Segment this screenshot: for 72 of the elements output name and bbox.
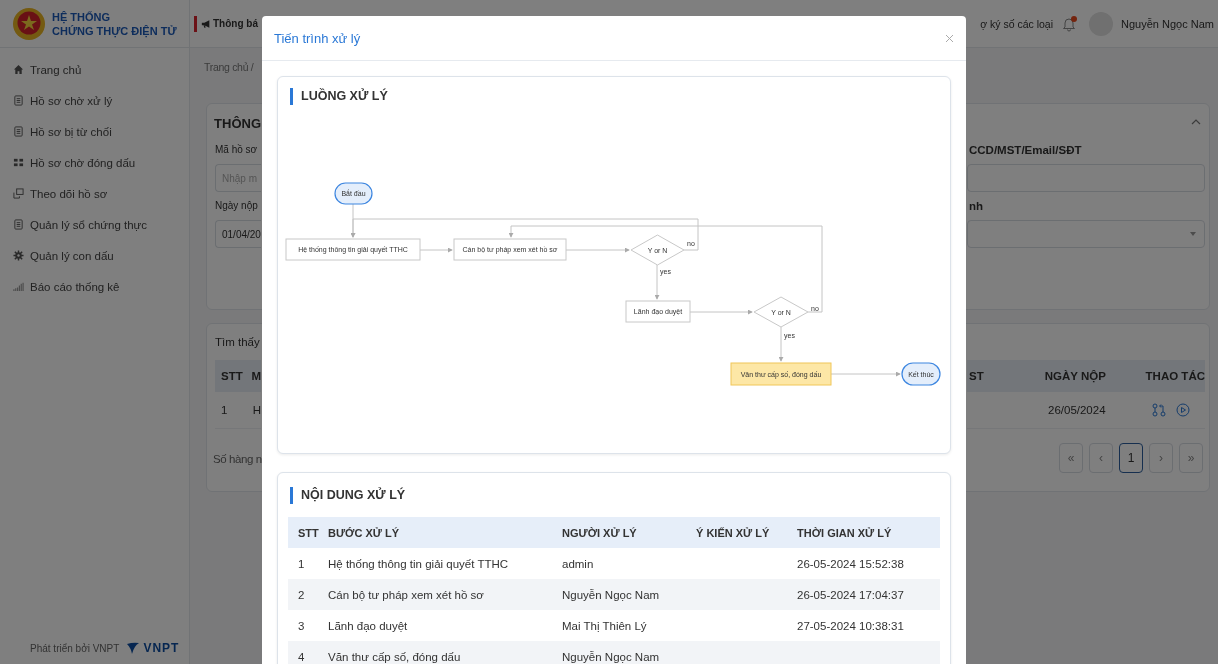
close-icon[interactable] (945, 33, 954, 43)
table-cell-text: Văn thư cấp số, đóng dấu (328, 650, 462, 663)
chevron-icon[interactable] (1191, 118, 1201, 126)
table-cell-text: 4 (297, 650, 306, 663)
table-cell-text: Mai Thị Thiên Lý (562, 619, 648, 632)
connector-arrow (778, 326, 784, 362)
page-button[interactable]: › (1149, 443, 1173, 473)
document-icon (13, 219, 24, 230)
field-label: Ngày nộp (215, 200, 259, 213)
sidebar-item[interactable]: Hồ sơ bị từ chối (0, 116, 189, 147)
card-title: THÔNG (205, 110, 261, 136)
table-header: STT M (215, 360, 261, 392)
card-title: NỘI DUNG XỬ LÝ (301, 488, 406, 502)
table-cell-text: Nguyễn Ngọc Nam (562, 650, 661, 663)
play-icon[interactable] (1176, 403, 1190, 417)
table-cell-text: Cán bộ tư pháp xem xét hồ sơ (328, 588, 485, 601)
modal-title: Tiến trình xử lý (274, 30, 361, 46)
field-label: nh (968, 200, 985, 214)
page-button[interactable]: » (1179, 443, 1203, 473)
app-title: HỆ THỐNG (52, 9, 112, 24)
table-cell-text: 26-05-2024 17:04:37 (797, 588, 905, 601)
table-header: STT BƯỚC XỬ LÝ NGƯỜI XỬ LÝ Ý KIẾN XỬ LÝ THỜI GIAN XỬ LÝ (288, 517, 940, 548)
table-cell-text: 3 (297, 619, 306, 632)
field-label: CCD/MST/Email/SĐT (968, 144, 1083, 158)
app-title: CHỨNG THỰC ĐIỆN TỬ (52, 23, 177, 38)
sidebar-item[interactable]: Hồ sơ chờ xử lý (0, 85, 189, 116)
bell-icon[interactable] (1061, 15, 1078, 32)
table-cell-text: 26/05/2024 (1048, 404, 1107, 416)
megaphone-icon (201, 18, 211, 29)
select-field[interactable] (967, 220, 1205, 248)
user-name[interactable]: Nguyễn Ngọc Nam (1121, 17, 1214, 30)
table-cell-text: admin (562, 557, 595, 570)
marquee-text: ợ ký số các loại (980, 17, 1054, 30)
input-field[interactable]: 01/04/20 (215, 220, 261, 248)
document-icon (13, 126, 24, 137)
page-button[interactable]: « (1059, 443, 1083, 473)
windows-icon (13, 188, 24, 199)
footer-text: Phát triển bởi VNPT (30, 642, 120, 654)
document-icon (13, 95, 24, 106)
table-cell-text: 1 (297, 557, 306, 570)
sidebar-item[interactable]: Báo cáo thống kê (0, 271, 189, 302)
emblem-icon (12, 6, 46, 41)
page-button[interactable]: 1 (1119, 443, 1143, 473)
table-cell: H (252, 404, 261, 416)
table-cell-text: 27-05-2024 10:38:31 (797, 619, 905, 632)
sidebar-item[interactable]: Trang chủ (0, 54, 189, 85)
sidebar-item[interactable]: Hồ sơ chờ đóng dấu (0, 147, 189, 178)
bar-chart-icon (13, 281, 24, 292)
table-cell-text: Lãnh đạo duyệt (328, 619, 409, 632)
input-field[interactable] (967, 164, 1205, 192)
home-icon (13, 64, 24, 75)
sidebar-item[interactable]: Quản lý con dấu (0, 240, 189, 271)
gear-icon (13, 250, 24, 261)
rows-per-page-label: Số hàng n (213, 453, 261, 465)
page-button[interactable]: ‹ (1089, 443, 1113, 473)
notice-label[interactable]: Thông bá (213, 18, 258, 29)
table-cell-text: Nguyễn Ngọc Nam (562, 588, 661, 601)
result-count: Tìm thấy (215, 336, 261, 350)
table-cell-text: 2 (297, 588, 306, 601)
vnpt-logo: VNPT (125, 640, 180, 656)
sidebar-item[interactable]: Theo dõi hồ sơ (0, 178, 189, 209)
branch-icon[interactable] (1152, 403, 1166, 417)
grid-icon (13, 157, 24, 168)
table-cell-text: Hệ thống thông tin giải quyết TTHC (328, 557, 510, 570)
connector-arrow (830, 371, 901, 377)
card-title: LUỒNG XỬ LÝ (301, 89, 388, 103)
field-label: Mã hồ sơ (215, 144, 259, 157)
sidebar-item[interactable]: Quản lý sổ chứng thực (0, 209, 189, 240)
caret-icon (1190, 232, 1196, 236)
table-cell-text: 26-05-2024 15:52:38 (797, 557, 905, 570)
table-header: ST NGÀY NỘP THAO TÁC (967, 360, 1205, 392)
table-cell-text: 1 (220, 404, 229, 416)
